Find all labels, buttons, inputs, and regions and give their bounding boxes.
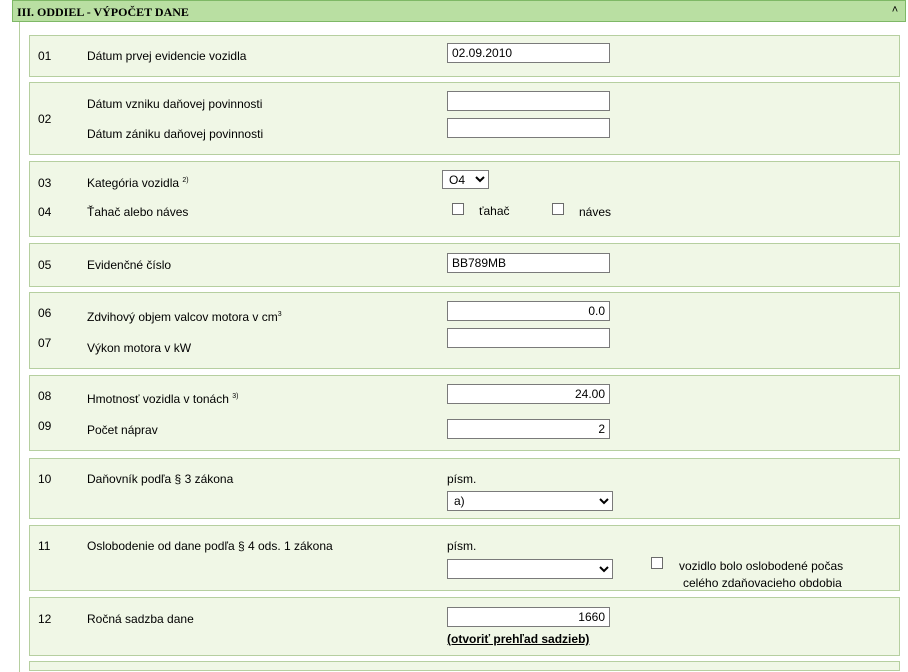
- trailer-checkbox-label: náves: [579, 205, 612, 219]
- tax-exemption-pism-label: písm.: [447, 539, 477, 553]
- exempt-whole-period-label-line1: vozidlo bolo oslobodené počas: [679, 559, 844, 573]
- row-number: 07: [38, 336, 52, 350]
- first-registration-input[interactable]: [447, 43, 610, 63]
- taxpayer-label: Daňovník podľa § 3 zákona: [87, 472, 234, 486]
- tractor-trailer-label: Ťahač alebo náves: [87, 205, 189, 219]
- row-number: 01: [38, 49, 52, 63]
- row-number: 02: [38, 112, 52, 126]
- first-registration-label: Dátum prvej evidencie vozidla: [87, 49, 247, 63]
- row-number: 06: [38, 306, 52, 320]
- row-number: 09: [38, 419, 52, 433]
- exempt-whole-period-label-line2: celého zdaňovacieho obdobia: [683, 576, 842, 590]
- row-number: 11: [38, 539, 51, 553]
- row-number: 08: [38, 389, 52, 403]
- tax-obligation-end-input[interactable]: [447, 118, 610, 138]
- tax-exemption-label: Oslobodenie od dane podľa § 4 ods. 1 zák…: [87, 539, 333, 553]
- trailer-checkbox[interactable]: [552, 203, 564, 215]
- engine-power-label: Výkon motora v kW: [87, 341, 192, 355]
- registration-number-input[interactable]: [447, 253, 610, 273]
- tax-exemption-letter-select[interactable]: [447, 559, 613, 579]
- tax-obligation-start-input[interactable]: [447, 91, 610, 111]
- row-number: 03: [38, 176, 52, 190]
- vehicle-category-select[interactable]: O4: [442, 170, 489, 189]
- row-number: 10: [38, 472, 52, 486]
- section-header: III. ODDIEL - VÝPOČET DANE ˄: [12, 0, 906, 22]
- row-number: 04: [38, 205, 52, 219]
- vehicle-category-label: Kategória vozidla 2): [87, 176, 189, 190]
- axle-count-label: Počet náprav: [87, 423, 158, 437]
- vehicle-weight-label: Hmotnosť vozidla v tonách 3): [87, 392, 239, 406]
- annual-tax-rate-input[interactable]: [447, 607, 610, 627]
- collapse-icon[interactable]: ˄: [888, 3, 902, 17]
- tractor-checkbox-label: ťahač: [479, 204, 510, 218]
- engine-power-input[interactable]: [447, 328, 610, 348]
- engine-displacement-label: Zdvihový objem valcov motora v cm3: [87, 310, 282, 324]
- section-title: III. ODDIEL - VÝPOČET DANE: [17, 5, 189, 19]
- tax-obligation-end-label: Dátum zániku daňovej povinnosti: [87, 127, 264, 141]
- taxpayer-letter-select[interactable]: a): [447, 491, 613, 511]
- axle-count-input[interactable]: [447, 419, 610, 439]
- annual-tax-rate-label: Ročná sadzba dane: [87, 612, 194, 626]
- tractor-checkbox[interactable]: [452, 203, 464, 215]
- engine-displacement-input[interactable]: [447, 301, 610, 321]
- row-number: 05: [38, 258, 52, 272]
- row-number: 12: [38, 612, 52, 626]
- taxpayer-pism-label: písm.: [447, 472, 477, 486]
- vehicle-weight-input[interactable]: [447, 384, 610, 404]
- tax-obligation-start-label: Dátum vzniku daňovej povinnosti: [87, 97, 263, 111]
- open-rates-overview-link[interactable]: (otvoriť prehľad sadzieb): [447, 632, 589, 646]
- registration-number-label: Evidenčné číslo: [87, 258, 172, 272]
- exempt-whole-period-checkbox[interactable]: [651, 557, 663, 569]
